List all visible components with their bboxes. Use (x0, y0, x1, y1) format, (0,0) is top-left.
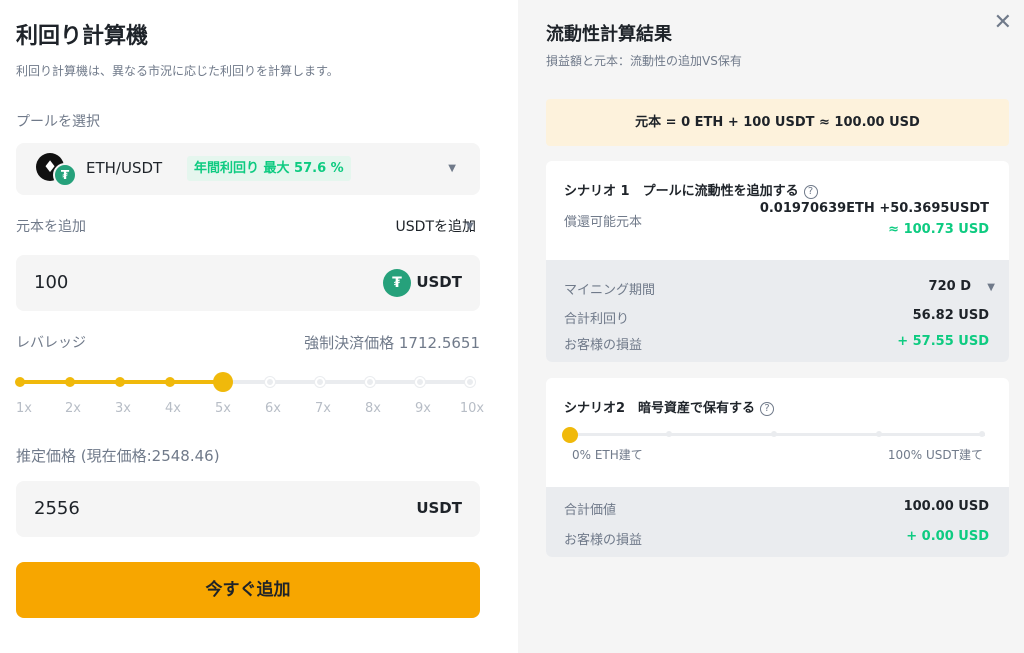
add-now-button[interactable]: 今すぐ追加 (16, 562, 480, 618)
leverage-tick[interactable]: 4x (165, 401, 181, 416)
scenario1-card: シナリオ 1 プールに流動性を追加する? 償還可能元本 0.01970639ET… (546, 161, 1009, 362)
apy-badge: 年間利回り 最大 57.6 % (187, 156, 351, 181)
leverage-dot[interactable] (415, 377, 425, 387)
scenario1-details: マイニング期間 720 D ▼ 合計利回り 56.82 USD お客様の損益 +… (546, 260, 1009, 362)
caret-down-icon[interactable]: ▼ (466, 221, 474, 232)
principal-unit: USDT (416, 273, 462, 291)
leverage-tick[interactable]: 2x (65, 401, 81, 416)
leverage-label: レバレッジ (16, 335, 86, 351)
leverage-tick[interactable]: 8x (365, 401, 381, 416)
results-panel: 流動性計算結果 損益額と元本：流動性の追加VS保有 ✕ 元本 = 0 ETH +… (518, 0, 1024, 653)
allocation-handle[interactable] (562, 427, 578, 443)
principal-summary: 元本 = 0 ETH + 100 USDT ≈ 100.00 USD (546, 99, 1009, 146)
allocation-slider[interactable] (562, 427, 985, 443)
calculator-panel: 利回り計算機 利回り計算機は、異なる市況に応じた利回りを計算します。 プールを選… (0, 0, 518, 653)
leverage-tick[interactable]: 9x (415, 401, 431, 416)
caret-down-icon: ▼ (448, 163, 456, 174)
leverage-dot[interactable] (365, 377, 375, 387)
leverage-handle[interactable] (213, 372, 233, 392)
allocation-dot[interactable] (666, 431, 672, 437)
estimated-price-value[interactable]: 2556 (34, 498, 80, 519)
scenario2-title: シナリオ2 暗号資産で保有する? (564, 397, 775, 416)
pnl-label: お客様の損益 (564, 533, 643, 548)
scenario2-details: 合計価値 100.00 USD お客様の損益 + 0.00 USD (546, 487, 1009, 557)
leverage-dot[interactable] (65, 377, 75, 387)
total-yield-value: 56.82 USD (912, 308, 989, 323)
pool-label: プールを選択 (16, 114, 100, 130)
principal-label: 元本を追加 (16, 219, 86, 235)
pnl-value: + 57.55 USD (897, 334, 989, 349)
allocation-right-label: 100% USDT建て (887, 448, 983, 462)
help-icon[interactable]: ? (760, 402, 775, 416)
mining-period-value[interactable]: 720 D (929, 279, 971, 294)
calculator-title: 利回り計算機 (16, 24, 149, 49)
estimated-price-label: 推定価格 (現在価格:2548.46) (16, 447, 220, 465)
allocation-dot[interactable] (979, 431, 985, 437)
leverage-tick[interactable]: 5x (215, 401, 231, 416)
scenario1-title: シナリオ 1 プールに流動性を追加する? (564, 180, 818, 199)
pnl-value: + 0.00 USD (906, 529, 989, 544)
leverage-tick[interactable]: 3x (115, 401, 131, 416)
leverage-dot[interactable] (465, 377, 475, 387)
leverage-dot[interactable] (165, 377, 175, 387)
usdt-coin-icon: ₮ (53, 163, 77, 187)
redeemable-usd: ≈ 100.73 USD (888, 222, 989, 237)
principal-value[interactable]: 100 (34, 272, 68, 293)
liquidation-price: 強制決済価格 1712.5651 (304, 334, 480, 352)
leverage-tick[interactable]: 1x (16, 401, 32, 416)
leverage-dot[interactable] (315, 377, 325, 387)
pnl-label: お客様の損益 (564, 338, 643, 353)
estimated-price-input[interactable]: 2556 USDT (16, 481, 480, 537)
estimated-price-unit: USDT (416, 499, 462, 517)
leverage-dot[interactable] (265, 377, 275, 387)
leverage-slider[interactable] (15, 372, 475, 392)
leverage-tick[interactable]: 7x (315, 401, 331, 416)
redeemable-label: 償還可能元本 (564, 215, 643, 230)
total-value-label: 合計価値 (564, 503, 617, 518)
allocation-left-label: 0% ETH建て (572, 448, 643, 462)
principal-mode-dropdown[interactable]: USDTを追加 (396, 216, 476, 236)
redeemable-value: 0.01970639ETH +50.3695USDT (759, 201, 989, 216)
leverage-dot[interactable] (115, 377, 125, 387)
mining-period-label: マイニング期間 (564, 283, 656, 298)
allocation-dot[interactable] (876, 431, 882, 437)
scenario2-card: シナリオ2 暗号資産で保有する? 0% ETH建て 100% USDT建て 合計… (546, 378, 1009, 557)
leverage-dot[interactable] (15, 377, 25, 387)
close-icon[interactable]: ✕ (994, 10, 1012, 35)
calculator-subtitle: 利回り計算機は、異なる市況に応じた利回りを計算します。 (16, 64, 339, 78)
usdt-coin-icon: ₮ (383, 269, 411, 297)
pool-select[interactable]: ♦ ₮ ETH/USDT 年間利回り 最大 57.6 % ▼ (16, 143, 480, 195)
results-title: 流動性計算結果 (546, 24, 672, 45)
leverage-tick[interactable]: 6x (265, 401, 281, 416)
principal-input[interactable]: 100 ₮ USDT (16, 255, 480, 311)
total-yield-label: 合計利回り (564, 312, 630, 327)
total-value: 100.00 USD (903, 499, 989, 514)
leverage-tick[interactable]: 10x (460, 401, 484, 416)
help-icon[interactable]: ? (803, 185, 818, 199)
pool-name: ETH/USDT (86, 159, 163, 177)
results-subtitle: 損益額と元本：流動性の追加VS保有 (546, 54, 742, 68)
caret-down-icon[interactable]: ▼ (987, 282, 995, 293)
allocation-dot[interactable] (771, 431, 777, 437)
